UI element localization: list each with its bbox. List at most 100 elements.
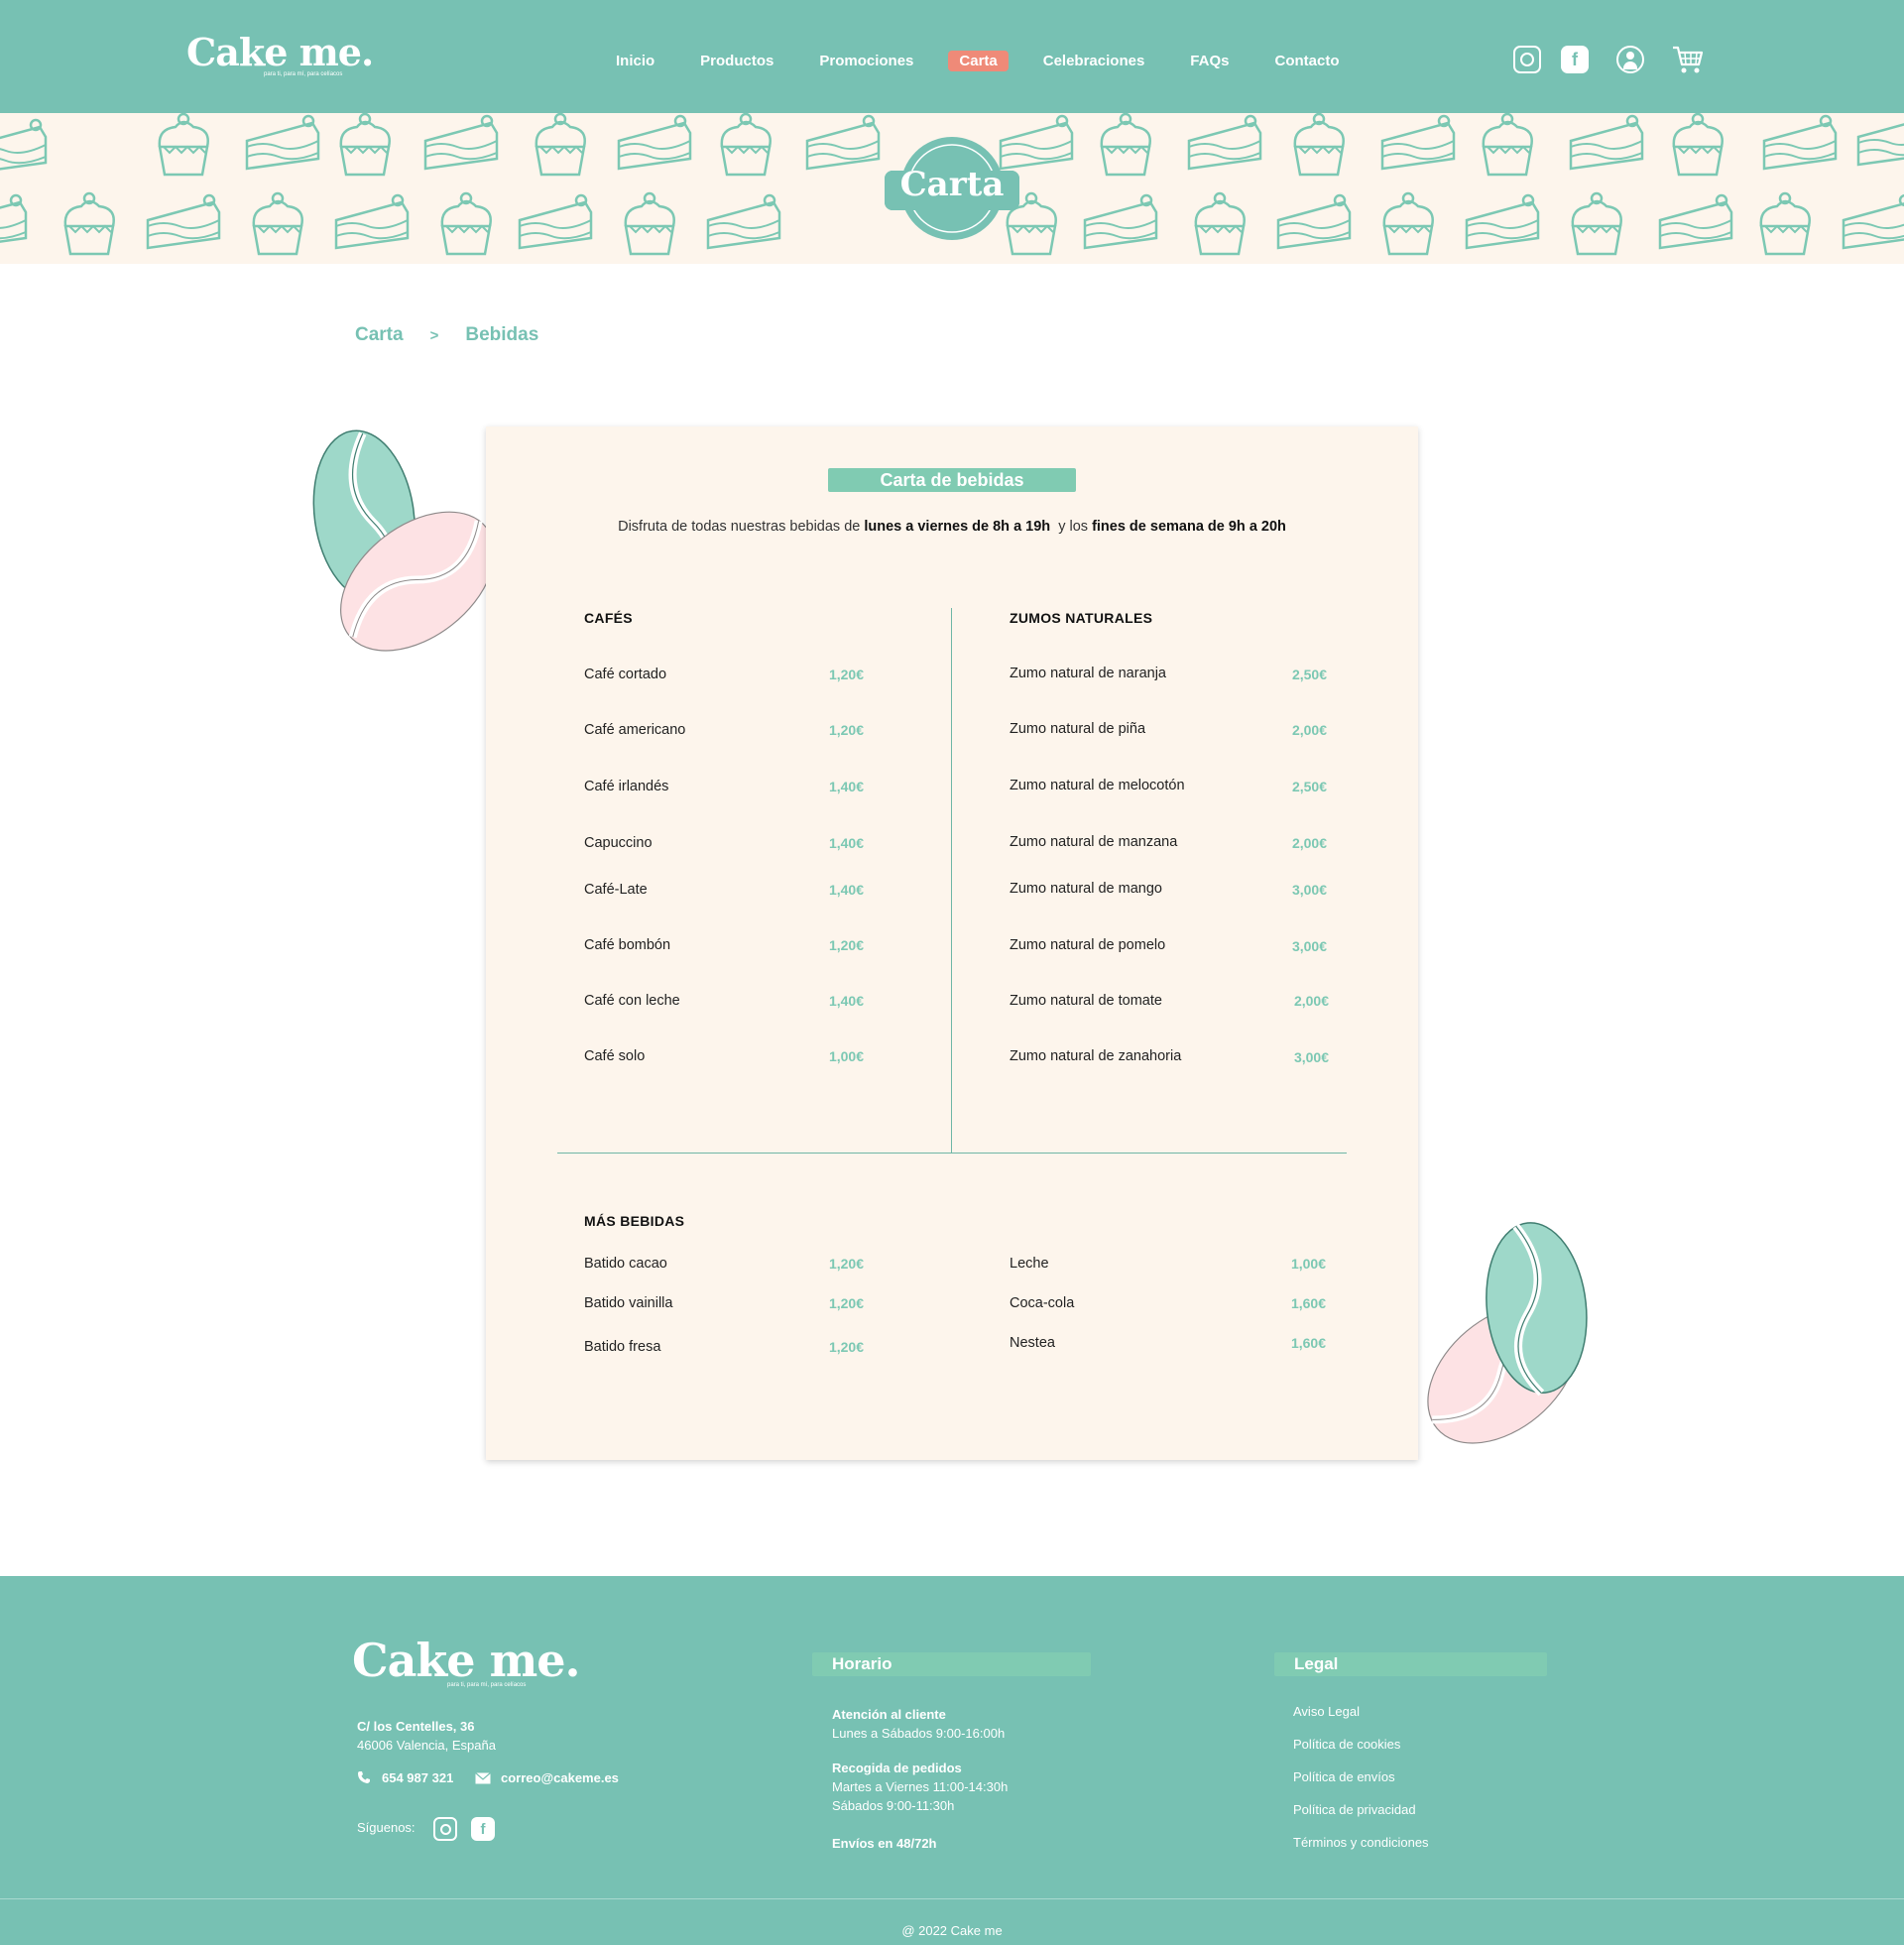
- footer-legal-title: Legal: [1274, 1652, 1547, 1676]
- nav-promociones[interactable]: Promociones: [808, 51, 924, 71]
- menu-item-price: 2,00€: [1291, 722, 1327, 738]
- menu-item-name: Zumo natural de pomelo: [1010, 937, 1166, 953]
- menu-item-price: 1,40€: [828, 779, 864, 794]
- menu-item-name: Café irlandés: [584, 779, 669, 794]
- menu-item-price: 1,00€: [1290, 1256, 1326, 1272]
- footer-logo[interactable]: Cake me.: [352, 1634, 581, 1687]
- footer-copyright: @ 2022 Cake me: [901, 1923, 1003, 1938]
- banner-title: Carta: [899, 165, 1005, 204]
- menu-item-name: Café solo: [584, 1048, 646, 1064]
- footer-logo-tagline: para ti, para mí, para celíacos: [447, 1682, 527, 1688]
- menu-item-name: Zumo natural de tomate: [1010, 993, 1162, 1009]
- schedule-weekends: fines de semana de 9h a 20h: [1092, 519, 1286, 535]
- menu-item-name: Batido vainilla: [584, 1295, 673, 1311]
- schedule-weekdays: lunes a viernes de 8h a 19h: [864, 519, 1051, 535]
- menu-item-name: Café americano: [584, 722, 686, 738]
- footer-instagram-icon[interactable]: [433, 1817, 457, 1841]
- cart-icon[interactable]: [1672, 45, 1704, 74]
- menu-item-name: Zumo natural de manzana: [1010, 834, 1178, 850]
- menu-item-name: Leche: [1010, 1256, 1049, 1272]
- footer-email[interactable]: correo@cakeme.es: [501, 1770, 619, 1785]
- menu-item-price: 1,20€: [828, 1256, 864, 1272]
- site-header: Cake me. para ti, para mí, para celíacos…: [0, 0, 1904, 113]
- menu-item-name: Café-Late: [584, 882, 648, 898]
- breadcrumb-current: Bebidas: [465, 324, 539, 345]
- menu-item-name: Café cortado: [584, 667, 667, 682]
- main-nav: Inicio Productos Promociones Carta Celeb…: [605, 49, 1373, 72]
- footer-phone[interactable]: 654 987 321: [382, 1770, 453, 1785]
- legal-link-privacidad[interactable]: Política de privacidad: [1293, 1802, 1416, 1817]
- section-title-cafes: CAFÉS: [584, 610, 633, 626]
- horario-atencion-title: Atención al cliente: [832, 1707, 946, 1722]
- legal-link-terminos[interactable]: Términos y condiciones: [1293, 1835, 1429, 1850]
- menu-item-name: Nestea: [1010, 1335, 1055, 1351]
- coffee-beans-right: [1427, 1222, 1588, 1444]
- coffee-beans-left: [312, 429, 491, 652]
- nav-productos[interactable]: Productos: [689, 51, 784, 71]
- nav-celebraciones[interactable]: Celebraciones: [1032, 51, 1156, 71]
- horario-recogida-weekdays: Martes a Viernes 11:00-14:30h: [832, 1779, 1009, 1794]
- menu-item-name: Zumo natural de piña: [1010, 721, 1146, 737]
- footer-address-line1: C/ los Centelles, 36: [357, 1719, 475, 1734]
- menu-item-price: 1,40€: [828, 835, 864, 851]
- menu-item-name: Capuccino: [584, 835, 653, 851]
- logo-tagline: para ti, para mí, para celíacos: [264, 71, 343, 77]
- section-divider: [557, 1153, 1347, 1154]
- section-title-mas-bebidas: MÁS BEBIDAS: [584, 1213, 685, 1229]
- nav-faqs[interactable]: FAQs: [1179, 51, 1240, 71]
- menu-item-price: 1,40€: [828, 993, 864, 1009]
- horario-atencion-hours: Lunes a Sábados 9:00-16:00h: [832, 1726, 1006, 1741]
- menu-item-price: 1,20€: [828, 937, 864, 953]
- menu-item-name: Zumo natural de naranja: [1010, 666, 1166, 681]
- legal-link-aviso[interactable]: Aviso Legal: [1293, 1704, 1360, 1719]
- column-divider: [951, 608, 952, 1153]
- menu-item-price: 1,60€: [1290, 1295, 1326, 1311]
- menu-item-name: Batido cacao: [584, 1256, 667, 1272]
- breadcrumb: Carta > Bebidas: [355, 324, 538, 346]
- footer-horario-title: Horario: [812, 1652, 1091, 1676]
- menu-title: Carta de bebidas: [828, 468, 1076, 492]
- menu-item-price: 1,00€: [828, 1048, 864, 1064]
- section-title-zumos: ZUMOS NATURALES: [1010, 610, 1153, 626]
- facebook-icon[interactable]: f: [1561, 46, 1589, 73]
- menu-item-price: 2,50€: [1291, 779, 1327, 794]
- menu-item-name: Coca-cola: [1010, 1295, 1075, 1311]
- menu-item-price: 3,00€: [1291, 882, 1327, 898]
- legal-link-cookies[interactable]: Política de cookies: [1293, 1737, 1400, 1752]
- menu-item-name: Café bombón: [584, 937, 671, 953]
- site-footer: Cake me. para ti, para mí, para celíacos…: [0, 1576, 1904, 1945]
- instagram-icon[interactable]: [1513, 46, 1541, 73]
- menu-item-price: 1,40€: [828, 882, 864, 898]
- footer-facebook-icon[interactable]: f: [471, 1817, 495, 1841]
- menu-item-price: 2,00€: [1293, 993, 1329, 1009]
- horario-recogida-title: Recogida de pedidos: [832, 1761, 962, 1775]
- menu-item-name: Zumo natural de melocotón: [1010, 778, 1185, 793]
- menu-item-price: 3,00€: [1291, 938, 1327, 954]
- nav-contacto[interactable]: Contacto: [1263, 51, 1350, 71]
- email-icon: [475, 1772, 491, 1784]
- menu-item-name: Zumo natural de mango: [1010, 881, 1162, 897]
- nav-carta[interactable]: Carta: [948, 50, 1009, 71]
- nav-inicio[interactable]: Inicio: [605, 51, 665, 71]
- hero-banner: Carta: [0, 113, 1904, 264]
- menu-schedule-text: Disfruta de todas nuestras bebidas de lu…: [486, 519, 1418, 535]
- menu-item-price: 2,00€: [1291, 835, 1327, 851]
- menu-item-price: 1,20€: [828, 1339, 864, 1355]
- menu-item-price: 1,20€: [828, 667, 864, 682]
- legal-link-envios[interactable]: Política de envíos: [1293, 1769, 1395, 1784]
- menu-item-name: Zumo natural de zanahoria: [1010, 1048, 1182, 1064]
- schedule-text-2: y los: [1050, 519, 1093, 535]
- drinks-menu-card: Carta de bebidas Disfruta de todas nuest…: [486, 426, 1418, 1460]
- menu-item-name: Café con leche: [584, 993, 680, 1009]
- menu-item-price: 1,20€: [828, 722, 864, 738]
- header-icons: f: [1513, 45, 1704, 74]
- menu-item-price: 1,60€: [1290, 1335, 1326, 1351]
- horario-recogida-saturday: Sábados 9:00-11:30h: [832, 1798, 955, 1813]
- user-icon[interactable]: [1616, 46, 1644, 73]
- footer-divider: [0, 1898, 1904, 1899]
- horario-envios: Envíos en 48/72h: [832, 1836, 937, 1851]
- logo[interactable]: Cake me.: [186, 30, 374, 74]
- footer-address-line2: 46006 Valencia, España: [357, 1738, 496, 1753]
- footer-follow-label: Síguenos:: [357, 1820, 416, 1835]
- breadcrumb-carta[interactable]: Carta: [355, 324, 404, 346]
